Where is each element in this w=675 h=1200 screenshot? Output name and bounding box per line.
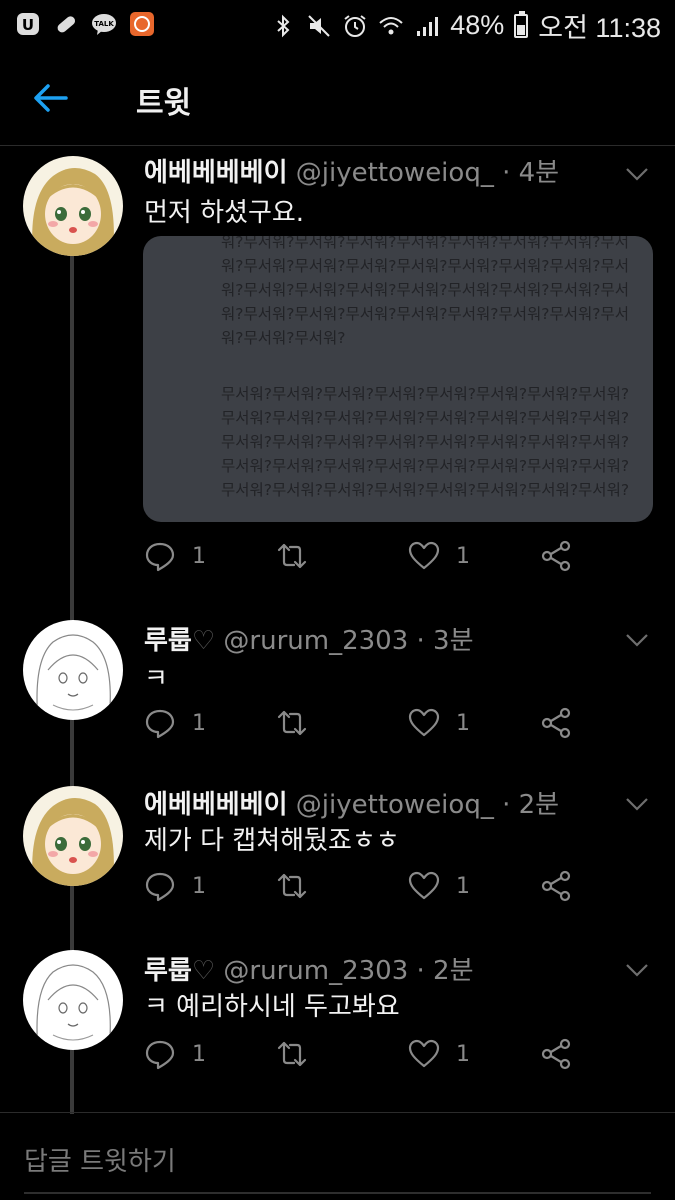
battery-icon — [514, 10, 529, 38]
heart-icon — [408, 541, 440, 570]
app-header: 트윗 — [0, 50, 675, 146]
tweet-actions: 1 1 — [144, 870, 644, 910]
page-title: 트윗 — [136, 86, 192, 121]
tweet-header: 루룹♡ @rurum_2303 · 3분 — [144, 620, 474, 657]
share-icon — [541, 870, 571, 902]
user-handle[interactable]: @jiyettoweioq_ — [296, 790, 494, 820]
like-count: 1 — [456, 873, 470, 899]
reply-count: 1 — [192, 543, 206, 569]
tweet-text: 먼저 하셨구요. — [144, 198, 305, 228]
tweet-media-image[interactable]: 워?무서워?무서워?무서워?무서워?무서워?무서워?무서워?무서워?무서워?무서… — [143, 236, 653, 522]
chevron-down-icon[interactable] — [622, 794, 652, 814]
reply-icon — [145, 542, 175, 572]
svg-text:TALK: TALK — [94, 20, 114, 28]
tweet-text: ㅋ 예리하시네 두고봐요 — [144, 992, 400, 1022]
retweet-button[interactable] — [276, 1038, 308, 1070]
reply-input[interactable]: 답글 트윗하기 — [24, 1141, 176, 1178]
tweet-header: 루룹♡ @rurum_2303 · 2분 — [144, 950, 474, 987]
chevron-down-icon[interactable] — [622, 164, 652, 184]
display-name[interactable]: 에베베베베이 — [144, 790, 288, 820]
like-button[interactable]: 1 — [408, 540, 470, 572]
timestamp: · 2분 — [502, 790, 560, 820]
u-plus-icon: U — [14, 10, 42, 38]
mute-icon — [308, 14, 330, 37]
share-button[interactable] — [540, 707, 572, 739]
reply-composer[interactable]: 답글 트윗하기 — [0, 1112, 675, 1200]
retweet-button[interactable] — [276, 870, 308, 902]
tweet-header: 에베베베베이 @jiyettoweioq_ · 2분 — [144, 784, 559, 821]
timestamp: · 2분 — [416, 956, 474, 986]
bluetooth-icon — [277, 14, 290, 37]
avatar[interactable] — [23, 620, 123, 720]
pill-icon — [52, 10, 80, 38]
reply-icon — [145, 872, 175, 902]
like-count: 1 — [456, 1041, 470, 1067]
media-text-top: 워?무서워?무서워?무서워?무서워?무서워?무서워?무서워?무서워?무서워?무서… — [221, 236, 630, 347]
retweet-icon — [277, 710, 307, 736]
share-icon — [541, 1038, 571, 1070]
app-notification-icon — [128, 10, 156, 38]
retweet-icon — [277, 1041, 307, 1067]
like-count: 1 — [456, 543, 470, 569]
like-button[interactable]: 1 — [408, 1038, 470, 1070]
media-text-bottom: 무서워?무서워?무서워?무서워?무서워?무서워?무서워?무서워?무서워?무서워?… — [221, 385, 630, 499]
reply-icon — [145, 1040, 175, 1070]
share-button[interactable] — [540, 1038, 572, 1070]
like-count: 1 — [456, 710, 470, 736]
avatar[interactable] — [23, 786, 123, 886]
status-bar: U TALK 48% 오전 11:38 — [0, 0, 675, 50]
tweet-actions: 1 1 — [144, 1038, 644, 1078]
retweet-icon — [277, 873, 307, 899]
retweet-button[interactable] — [276, 540, 308, 572]
reply-button[interactable]: 1 — [144, 540, 206, 572]
battery-percent: 48% — [450, 10, 505, 40]
user-handle[interactable]: @rurum_2303 — [223, 956, 408, 986]
reply-count: 1 — [192, 1041, 206, 1067]
timestamp: · 4분 — [502, 158, 560, 188]
tweet-header: 에베베베베이 @jiyettoweioq_ · 4분 — [144, 152, 559, 189]
display-name[interactable]: 루룹 — [144, 626, 192, 656]
reply-count: 1 — [192, 710, 206, 736]
avatar[interactable] — [23, 950, 123, 1050]
heart-icon — [408, 871, 440, 900]
heart-icon — [408, 1039, 440, 1068]
share-button[interactable] — [540, 540, 572, 572]
reply-button[interactable]: 1 — [144, 707, 206, 739]
kakaotalk-icon: TALK — [90, 10, 118, 38]
share-icon — [541, 707, 571, 739]
signal-icon — [417, 16, 439, 36]
tweet-text: ㅋ — [144, 664, 168, 694]
reply-count: 1 — [192, 873, 206, 899]
avatar[interactable] — [23, 156, 123, 256]
chevron-down-icon[interactable] — [622, 630, 652, 650]
user-handle[interactable]: @jiyettoweioq_ — [296, 158, 494, 188]
wifi-icon — [379, 16, 403, 34]
reply-icon — [145, 709, 175, 739]
reply-button[interactable]: 1 — [144, 1038, 206, 1070]
retweet-button[interactable] — [276, 707, 308, 739]
heart-icon — [408, 708, 440, 737]
retweet-icon — [277, 543, 307, 569]
like-button[interactable]: 1 — [408, 707, 470, 739]
user-handle[interactable]: @rurum_2303 — [223, 626, 408, 656]
reply-input-underline — [24, 1192, 651, 1194]
share-button[interactable] — [540, 870, 572, 902]
reply-button[interactable]: 1 — [144, 870, 206, 902]
tweet-text: 제가 다 캡쳐해뒀죠ㅎㅎ — [144, 826, 400, 856]
like-button[interactable]: 1 — [408, 870, 470, 902]
tweet-actions: 1 1 — [144, 707, 644, 747]
black-heart-icon: ♡ — [191, 956, 216, 986]
display-name[interactable]: 에베베베베이 — [144, 158, 288, 188]
tweet-actions: 1 1 — [144, 540, 644, 580]
black-heart-icon: ♡ — [191, 626, 216, 656]
clock: 오전 11:38 — [538, 13, 661, 43]
back-arrow-icon[interactable] — [28, 76, 72, 120]
timestamp: · 3분 — [416, 626, 474, 656]
alarm-icon — [344, 14, 366, 37]
svg-text:U: U — [22, 16, 34, 34]
display-name[interactable]: 루룹 — [144, 956, 192, 986]
chevron-down-icon[interactable] — [622, 960, 652, 980]
share-icon — [541, 540, 571, 572]
